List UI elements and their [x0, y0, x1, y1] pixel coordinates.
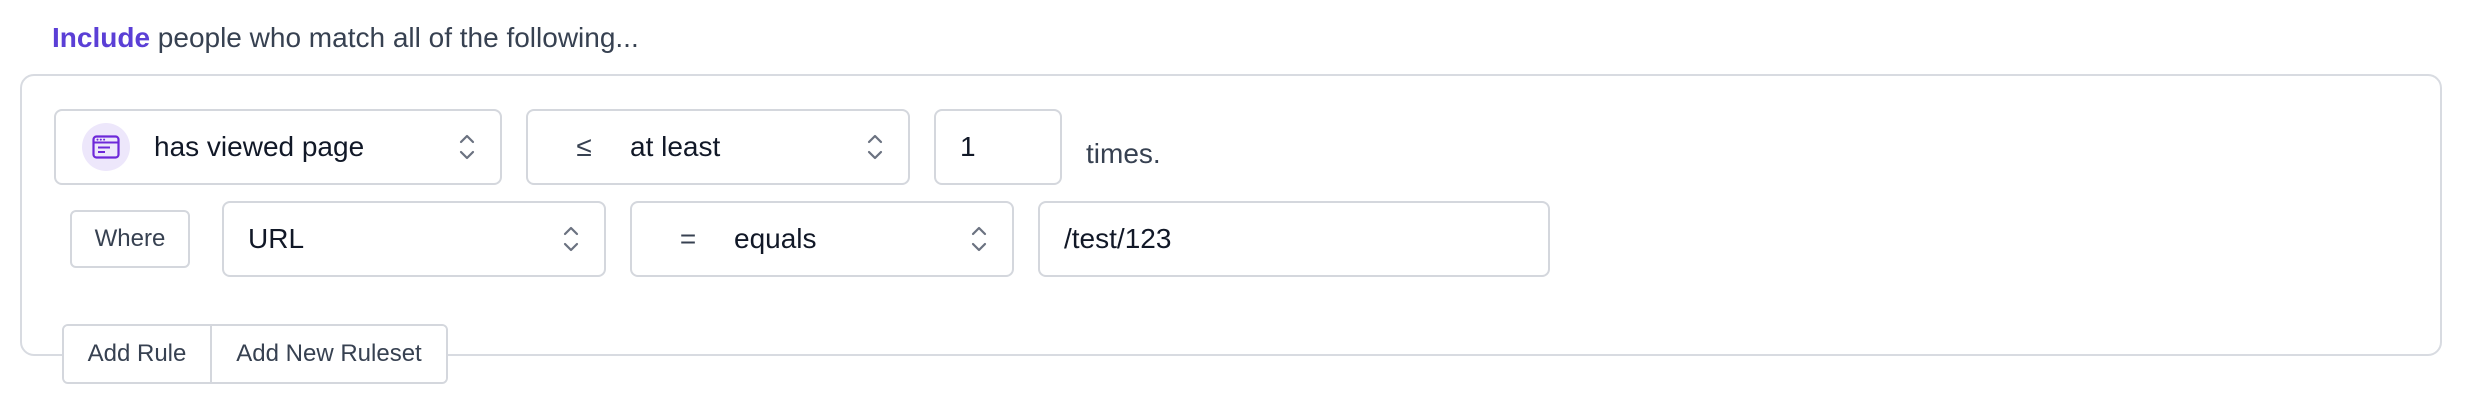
segment-builder: Include people who match all of the foll… — [0, 0, 2466, 412]
operator-select-value: at least — [630, 131, 721, 162]
count-suffix: times. — [1086, 138, 1161, 169]
operator-select[interactable]: ≤ at least — [526, 109, 910, 185]
ruleset-heading: Include people who match all of the foll… — [52, 18, 639, 58]
event-select[interactable]: has viewed page — [54, 109, 502, 185]
chevron-up-down-icon — [971, 226, 987, 252]
comparator-select[interactable]: = equals — [630, 201, 1014, 277]
event-select-value: has viewed page — [154, 131, 365, 162]
comparator-symbol: = — [679, 223, 697, 254]
where-button[interactable]: Where — [70, 210, 190, 268]
property-select-value: URL — [248, 223, 305, 254]
chevron-up-down-icon — [459, 134, 475, 160]
include-keyword: Include — [52, 22, 151, 53]
property-select[interactable]: URL — [222, 201, 606, 277]
count-input[interactable] — [934, 109, 1062, 185]
chevron-up-down-icon — [563, 226, 579, 252]
heading-text: people who match all of the following... — [150, 22, 639, 53]
add-rule-button[interactable]: Add Rule — [64, 326, 210, 382]
operator-symbol: ≤ — [576, 131, 592, 162]
ruleset-actions: Add Rule Add New Ruleset — [62, 324, 448, 384]
comparator-select-value: equals — [734, 223, 817, 254]
filter-value-input[interactable] — [1038, 201, 1550, 277]
browser-window-icon — [82, 123, 130, 171]
chevron-up-down-icon — [867, 134, 883, 160]
add-new-ruleset-button[interactable]: Add New Ruleset — [210, 326, 446, 382]
